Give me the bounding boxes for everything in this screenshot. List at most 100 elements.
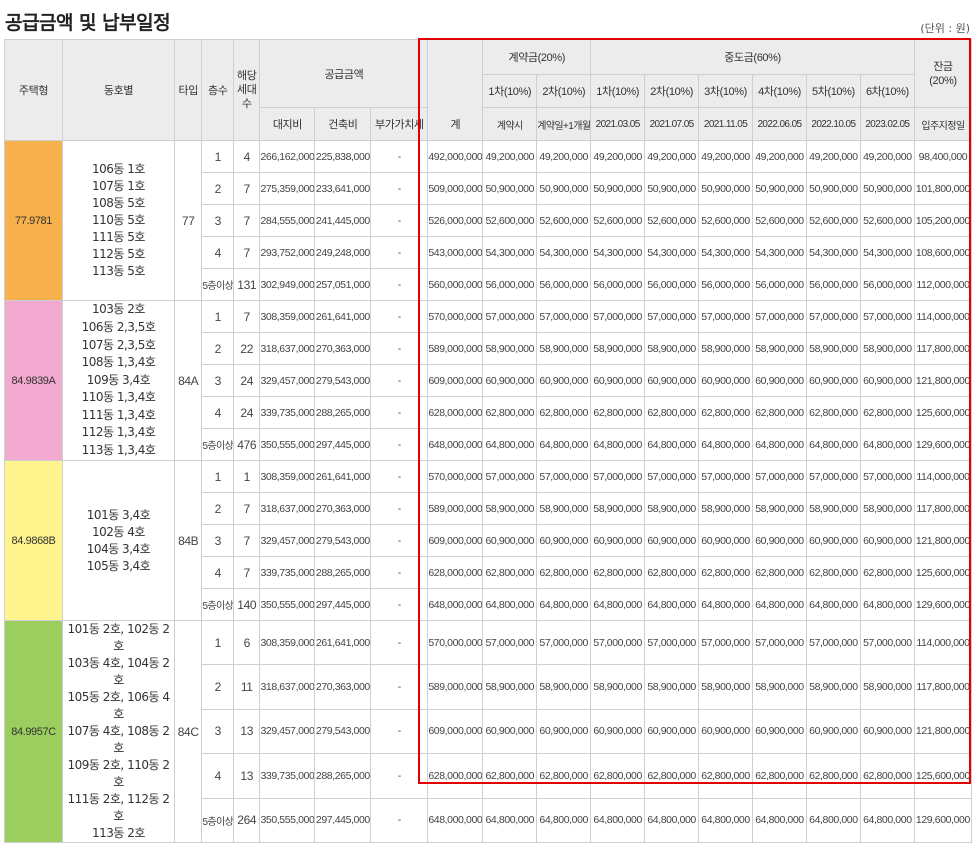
mid-payment-3-cell: 52,600,000 <box>698 204 753 237</box>
mid-payment-5-cell: 60,900,000 <box>805 708 861 755</box>
mid-payment-2-cell: 57,000,000 <box>644 619 700 666</box>
building-cost-cell: 288,265,000 <box>314 753 372 799</box>
mid-payment-6-cell: 60,900,000 <box>859 708 915 755</box>
vat-cell: - <box>370 428 429 461</box>
mid-payment-3-cell: 54,300,000 <box>698 236 753 269</box>
type-cell: 84B <box>173 460 203 621</box>
contract-2-cell: 64,800,000 <box>536 797 592 843</box>
floor-cell: 4 <box>201 396 234 429</box>
contract-1-cell: 50,900,000 <box>482 172 538 205</box>
land-cost-cell: 284,555,000 <box>259 204 316 237</box>
header-unit: 동호별 <box>62 39 175 141</box>
header-mid-4: 4차(10%) <box>752 74 807 108</box>
balance-cell: 117,800,000 <box>913 492 973 525</box>
land-cost-cell: 266,162,000 <box>259 140 316 173</box>
households-cell: 24 <box>232 396 261 429</box>
households-cell: 7 <box>232 492 261 525</box>
balance-cell: 129,600,000 <box>913 428 973 461</box>
land-cost-cell: 339,735,000 <box>259 753 316 799</box>
mid-payment-4-cell: 60,900,000 <box>752 524 807 557</box>
building-cost-cell: 270,363,000 <box>314 332 372 365</box>
floor-cell: 5층이상 <box>201 797 234 843</box>
total-cell: 589,000,000 <box>427 492 484 525</box>
mid-payment-4-cell: 64,800,000 <box>752 588 807 621</box>
contract-2-cell: 60,900,000 <box>536 708 592 755</box>
mid-payment-3-cell: 62,800,000 <box>698 396 753 429</box>
land-cost-cell: 350,555,000 <box>259 428 316 461</box>
mid-payment-5-cell: 64,800,000 <box>805 588 861 621</box>
mid-payment-5-cell: 58,900,000 <box>805 492 861 525</box>
contract-1-cell: 60,900,000 <box>482 524 538 557</box>
mid-payment-1-cell: 58,900,000 <box>590 492 646 525</box>
contract-2-cell: 58,900,000 <box>536 332 592 365</box>
table-row: 77.9781 106동 1호 107동 1호 108동 5호 110동 5호 1… <box>3 140 973 301</box>
land-cost-cell: 350,555,000 <box>259 588 316 621</box>
mid-payment-4-cell: 54,300,000 <box>752 236 807 269</box>
households-cell: 1 <box>232 460 261 493</box>
header-mid-1: 1차(10%) <box>590 74 646 108</box>
building-cost-cell: 297,445,000 <box>314 428 372 461</box>
building-cost-cell: 279,543,000 <box>314 524 372 557</box>
mid-payment-6-cell: 58,900,000 <box>859 492 915 525</box>
type-cell: 84C <box>173 620 203 843</box>
building-cost-cell: 270,363,000 <box>314 492 372 525</box>
mid-payment-4-cell: 62,800,000 <box>752 556 807 589</box>
floor-cell: 5층이상 <box>201 268 234 301</box>
mid-payment-2-cell: 58,900,000 <box>644 664 700 710</box>
mid-payment-2-cell: 60,900,000 <box>644 524 700 557</box>
mid-payment-1-cell: 60,900,000 <box>590 364 646 397</box>
land-cost-cell: 318,637,000 <box>259 492 316 525</box>
balance-cell: 112,000,000 <box>913 268 973 301</box>
mid-payment-5-cell: 56,000,000 <box>805 268 861 301</box>
vat-cell: - <box>370 460 429 493</box>
total-cell: 648,000,000 <box>427 428 484 461</box>
contract-2-cell: 50,900,000 <box>536 172 592 205</box>
house-type-cell: 84.9957C <box>3 620 64 843</box>
households-cell: 7 <box>232 300 261 333</box>
mid-payment-3-cell: 50,900,000 <box>698 172 753 205</box>
vat-cell: - <box>370 524 429 557</box>
mid-payment-4-cell: 52,600,000 <box>752 204 807 237</box>
mid-payment-6-cell: 56,000,000 <box>859 268 915 301</box>
units-cell: 101동 2호, 102동 2호 103동 4호, 104동 2호 105동 2… <box>62 620 175 843</box>
mid-payment-3-cell: 57,000,000 <box>698 460 753 493</box>
floor-cell: 1 <box>201 619 234 666</box>
building-cost-cell: 270,363,000 <box>314 664 372 710</box>
contract-1-cell: 58,900,000 <box>482 492 538 525</box>
total-cell: 648,000,000 <box>427 588 484 621</box>
mid-payment-3-cell: 49,200,000 <box>698 140 753 173</box>
vat-cell: - <box>370 708 429 755</box>
balance-cell: 117,800,000 <box>913 664 973 710</box>
header-land: 대지비 <box>259 107 316 141</box>
land-cost-cell: 329,457,000 <box>259 364 316 397</box>
mid-payment-1-cell: 56,000,000 <box>590 268 646 301</box>
floor-cell: 1 <box>201 460 234 493</box>
unit-note: (단위 : 원) <box>920 22 970 35</box>
households-cell: 13 <box>232 753 261 799</box>
mid-payment-4-cell: 60,900,000 <box>752 364 807 397</box>
contract-2-cell: 57,000,000 <box>536 460 592 493</box>
header-type: 타입 <box>173 39 203 141</box>
building-cost-cell: 279,543,000 <box>314 364 372 397</box>
header-floor: 층수 <box>201 39 234 141</box>
balance-cell: 125,600,000 <box>913 556 973 589</box>
balance-cell: 121,800,000 <box>913 364 973 397</box>
contract-1-cell: 56,000,000 <box>482 268 538 301</box>
floor-cell: 2 <box>201 332 234 365</box>
header-contract-2: 2차(10%) <box>536 74 592 108</box>
balance-cell: 101,800,000 <box>913 172 973 205</box>
mid-payment-1-cell: 62,800,000 <box>590 753 646 799</box>
mid-payment-3-cell: 57,000,000 <box>698 300 753 333</box>
vat-cell: - <box>370 396 429 429</box>
land-cost-cell: 329,457,000 <box>259 524 316 557</box>
floor-cell: 3 <box>201 364 234 397</box>
building-cost-cell: 261,641,000 <box>314 460 372 493</box>
contract-2-cell: 64,800,000 <box>536 428 592 461</box>
mid-payment-4-cell: 50,900,000 <box>752 172 807 205</box>
mid-payment-3-cell: 58,900,000 <box>698 492 753 525</box>
mid-payment-2-cell: 50,900,000 <box>644 172 700 205</box>
mid-payment-4-cell: 58,900,000 <box>752 664 807 710</box>
vat-cell: - <box>370 492 429 525</box>
mid-payment-1-cell: 58,900,000 <box>590 664 646 710</box>
contract-1-cell: 64,800,000 <box>482 797 538 843</box>
